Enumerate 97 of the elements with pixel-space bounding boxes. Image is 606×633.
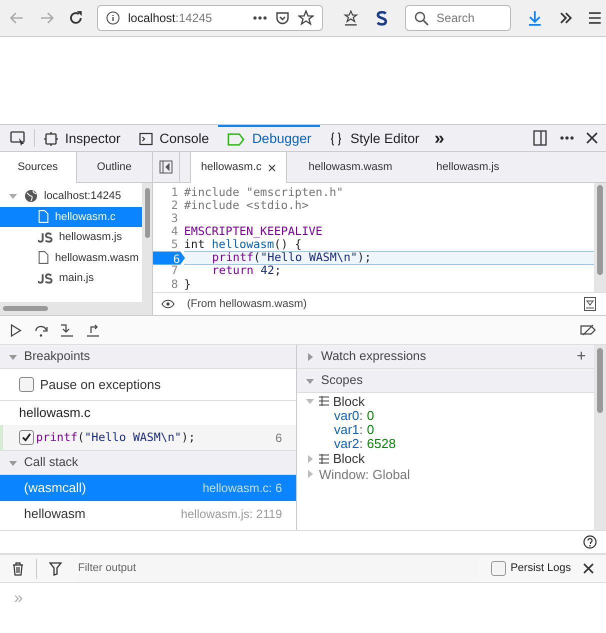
close-icon[interactable] [586, 132, 598, 144]
close-icon[interactable] [583, 563, 594, 574]
code-line: } [184, 278, 191, 291]
horizontal-scrollbar[interactable] [0, 302, 152, 315]
globe-icon [24, 189, 38, 204]
console-prompt: » [14, 590, 23, 607]
search-field[interactable]: Search [404, 5, 511, 31]
section-header[interactable]: Scopes [297, 369, 594, 393]
address-bar[interactable]: localhost:14245 [97, 5, 324, 31]
eye-icon[interactable] [161, 299, 175, 309]
collapsed-triangle-icon [305, 352, 315, 362]
filter-input[interactable]: Filter output [78, 560, 480, 577]
tree-item[interactable]: hellowasm.js [0, 227, 142, 248]
section-header[interactable]: Call stack [0, 451, 296, 475]
section-header[interactable]: Breakpoints [0, 345, 296, 369]
more-icon[interactable] [253, 16, 268, 20]
box-icon [44, 132, 58, 146]
dock-icon[interactable] [532, 130, 548, 146]
code-line: #include "emscripten.h" [184, 186, 344, 200]
overflow-button[interactable]: » [428, 125, 450, 151]
editor-tab[interactable]: hellowasm.js [414, 152, 522, 182]
expanded-triangle-icon [8, 191, 18, 202]
file-icon [38, 251, 49, 264]
panel-tab[interactable]: Sources [0, 152, 76, 183]
close-icon [268, 164, 276, 172]
breakpoint-item[interactable]: printf("Hello WASM\n"); 6 [0, 425, 296, 451]
source-map-label: (From hellowasm.wasm) [187, 296, 307, 312]
scope-item[interactable]: Window: Global [297, 467, 594, 482]
section-header[interactable]: Watch expressions + [297, 345, 594, 369]
element-picker-icon[interactable] [10, 130, 26, 146]
devtools-tab[interactable]: Style Editor [320, 125, 428, 151]
editor-tab[interactable]: hellowasm.c [190, 152, 287, 183]
deactivate-breakpoints-icon[interactable] [580, 324, 596, 336]
scope-item[interactable]: Block [297, 394, 594, 408]
terminal-icon [138, 132, 153, 146]
persist-logs-label: Persist Logs [510, 561, 571, 576]
tree-item[interactable]: hellowasm.c [0, 206, 142, 227]
tree-item[interactable]: hellowasm.wasm [0, 248, 142, 268]
braces-icon [329, 132, 344, 146]
help-icon[interactable] [583, 535, 597, 549]
trash-icon[interactable] [12, 562, 24, 576]
scope-variable: var2: 6528 [333, 436, 397, 450]
breakpoint-file-name: hellowasm.c [19, 404, 91, 422]
breakpoint-line-number: 6 [275, 430, 282, 446]
file-icon [38, 210, 49, 224]
checkbox[interactable] [19, 377, 34, 392]
more-icon[interactable] [560, 136, 574, 140]
scope-variable: var1: 0 [333, 422, 376, 436]
expanded-triangle-icon [305, 396, 315, 406]
block-icon [319, 396, 329, 406]
scrollbar[interactable] [594, 345, 606, 530]
tree-item[interactable]: main.js [0, 268, 142, 288]
step-over-icon[interactable] [34, 324, 48, 336]
code-line: EMSCRIPTEN_KEEPALIVE [184, 225, 322, 238]
code-line: int hellowasm() { [184, 238, 302, 252]
checkbox[interactable] [19, 430, 34, 445]
menu-icon[interactable] [588, 11, 602, 25]
tag-icon [227, 132, 246, 146]
scope-variable: var0: 0 [333, 408, 376, 422]
filter-icon[interactable] [49, 562, 62, 576]
info-icon[interactable] [106, 11, 120, 25]
url-text: localhost:14245 [128, 10, 212, 27]
devtools-tab[interactable]: Inspector [35, 125, 130, 151]
add-button[interactable]: + [576, 348, 586, 364]
step-in-icon[interactable] [60, 324, 74, 336]
block-icon [319, 454, 329, 464]
scrollbar[interactable] [142, 183, 152, 302]
editor-tab[interactable]: hellowasm.wasm [286, 152, 414, 182]
step-out-icon[interactable] [86, 324, 100, 336]
tree-item[interactable]: localhost:14245 [0, 186, 142, 206]
panel-tab[interactable]: Outline [76, 152, 152, 182]
collapsed-triangle-icon [305, 454, 315, 464]
pocket-icon[interactable] [275, 10, 290, 26]
search-input[interactable]: Search [436, 9, 497, 27]
code-line: return 42; [211, 264, 282, 278]
checkmark-icon [21, 432, 32, 443]
resume-icon[interactable] [10, 324, 22, 336]
js-file-icon [38, 232, 53, 243]
checkbox[interactable] [491, 561, 506, 576]
download-icon[interactable] [526, 10, 543, 26]
call-stack-frame[interactable]: (wasmcall) hellowasm.c: 6 [0, 475, 296, 501]
star-icon[interactable] [298, 10, 314, 26]
devtools-tab[interactable]: Console [130, 125, 218, 151]
format-icon[interactable] [584, 297, 596, 311]
breakpoint-code: printf("Hello WASM\n"); [36, 428, 196, 446]
scrollbar[interactable] [594, 183, 606, 292]
s-logo-icon[interactable] [374, 10, 389, 26]
scope-item[interactable]: Block [297, 452, 594, 466]
code-line: #include <stdio.h> [184, 199, 309, 212]
js-file-icon [38, 272, 53, 284]
sidebar-toggle-icon[interactable] [159, 160, 173, 174]
bookmarks-icon[interactable] [343, 10, 359, 26]
collapsed-triangle-icon [305, 469, 315, 480]
chevrons-icon[interactable] [558, 11, 572, 25]
pause-on-exceptions-label: Pause on exceptions [40, 376, 161, 394]
call-stack-frame[interactable]: hellowasm hellowasm.js: 2119 [0, 501, 296, 527]
search-icon [414, 10, 429, 26]
